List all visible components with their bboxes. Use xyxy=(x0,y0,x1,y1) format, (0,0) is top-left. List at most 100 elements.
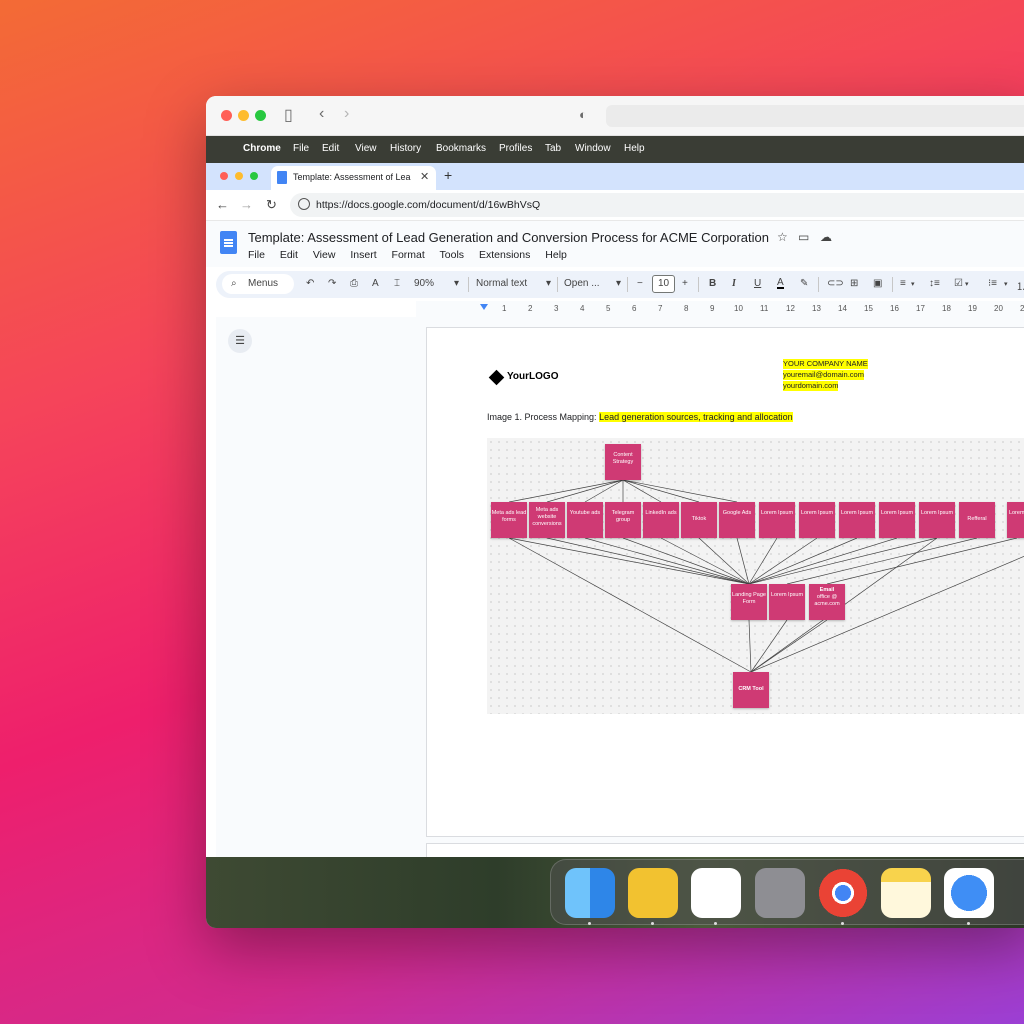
text-color-icon[interactable]: A xyxy=(777,278,784,289)
back-arrow-icon[interactable]: ← xyxy=(216,197,229,212)
document-canvas[interactable]: ☰ YourLOGO YOUR COMPANY NAME youremail@d… xyxy=(216,317,1024,863)
minimize-window-button[interactable] xyxy=(238,110,249,121)
undo-icon[interactable]: ↶ xyxy=(306,278,314,289)
menubar-item-window[interactable]: Window xyxy=(575,143,611,154)
docs-menu-help[interactable]: Help xyxy=(545,249,567,261)
sidebar-icon[interactable]: ▯ xyxy=(284,105,293,125)
style-chevron-down-icon[interactable]: ▾ xyxy=(546,278,551,289)
node-source[interactable]: Refferal xyxy=(959,502,995,538)
node-source[interactable]: Lorem Ipsum xyxy=(879,502,915,538)
docs-menu-tools[interactable]: Tools xyxy=(440,249,465,261)
document-page[interactable]: YourLOGO YOUR COMPANY NAME youremail@dom… xyxy=(426,327,1024,837)
launchpad-icon[interactable] xyxy=(755,868,805,918)
document-title[interactable]: Template: Assessment of Lead Generation … xyxy=(248,230,769,245)
checklist-icon[interactable]: ☑ xyxy=(954,278,963,289)
highlight-color-icon[interactable]: ✎ xyxy=(800,278,808,289)
node-source[interactable]: Meta ads lead forms xyxy=(491,502,527,538)
docs-logo-icon[interactable] xyxy=(220,231,237,254)
node-landing-page-form[interactable]: Landing Page Form xyxy=(731,584,767,620)
chrome-zoom-button[interactable] xyxy=(250,172,258,180)
close-icon[interactable]: ✕ xyxy=(420,170,429,183)
docs-menu-insert[interactable]: Insert xyxy=(350,249,376,261)
menubar-item-tab[interactable]: Tab xyxy=(545,143,561,154)
node-email[interactable]: Email office @ acme.com xyxy=(809,584,845,620)
font-select[interactable]: Open ... xyxy=(564,278,600,289)
forward-chevron-icon[interactable]: › xyxy=(344,105,349,123)
node-source[interactable]: Tiktok xyxy=(681,502,717,538)
document-outline-icon[interactable]: ☰ xyxy=(228,329,252,353)
node-source[interactable]: Lorem Ipsum xyxy=(1007,502,1024,538)
menubar-item-view[interactable]: View xyxy=(355,143,377,154)
forklift-icon[interactable] xyxy=(628,868,678,918)
node-source[interactable]: LinkedIn ads xyxy=(643,502,679,538)
node-source[interactable]: Lorem Ipsum xyxy=(839,502,875,538)
line-spacing-icon[interactable]: ↕≡ xyxy=(929,278,940,289)
menubar-item-profiles[interactable]: Profiles xyxy=(499,143,532,154)
finder-icon[interactable] xyxy=(565,868,615,918)
node-source[interactable]: Meta ads website conversions xyxy=(529,502,565,538)
node-source[interactable]: Telegram group xyxy=(605,502,641,538)
bullets-chevron-down-icon[interactable]: ▾ xyxy=(1004,280,1008,288)
zoom-select[interactable]: 90% xyxy=(414,278,434,289)
menubar-item-file[interactable]: File xyxy=(293,143,309,154)
chrome-close-button[interactable] xyxy=(220,172,228,180)
menubar-item-history[interactable]: History xyxy=(390,143,421,154)
font-size-input[interactable]: 10 xyxy=(652,275,675,293)
ruler[interactable]: 1 2 3 4 5 6 7 8 9 10 11 12 13 14 15 16 1… xyxy=(416,301,1024,317)
move-folder-icon[interactable]: ▭ xyxy=(798,230,809,244)
checklist-chevron-down-icon[interactable]: ▾ xyxy=(965,280,969,288)
docs-menu-edit[interactable]: Edit xyxy=(280,249,298,261)
insert-link-icon[interactable]: ⊂⊃ xyxy=(827,278,844,289)
style-select[interactable]: Normal text xyxy=(476,278,527,289)
indent-marker[interactable] xyxy=(480,304,488,310)
bulleted-list-icon[interactable]: ⁝≡ xyxy=(988,278,997,289)
node-root[interactable]: Content Strategy xyxy=(605,444,641,480)
back-chevron-icon[interactable]: ‹ xyxy=(319,105,324,123)
underline-icon[interactable]: U xyxy=(754,278,761,289)
star-icon[interactable]: ☆ xyxy=(777,230,788,244)
paint-format-icon[interactable]: ⌶ xyxy=(394,278,400,289)
safari-address-field[interactable] xyxy=(606,105,1024,127)
spellcheck-icon[interactable]: A xyxy=(372,278,379,289)
menubar-app-name[interactable]: Chrome xyxy=(243,143,281,154)
docs-menu-file[interactable]: File xyxy=(248,249,265,261)
address-bar[interactable]: https://docs.google.com/document/d/16wBh… xyxy=(290,193,1024,217)
zoom-chevron-down-icon[interactable]: ▾ xyxy=(454,278,459,289)
shield-icon[interactable]: ◐ xyxy=(579,107,587,122)
safari-icon[interactable] xyxy=(944,868,994,918)
align-left-icon[interactable]: ≡ xyxy=(900,278,906,289)
menubar-item-help[interactable]: Help xyxy=(624,143,645,154)
site-info-icon[interactable] xyxy=(298,198,310,210)
node-middle[interactable]: Lorem Ipsum xyxy=(769,584,805,620)
tab-docs[interactable]: Template: Assessment of Lead ✕ xyxy=(271,166,436,190)
menubar-item-bookmarks[interactable]: Bookmarks xyxy=(436,143,486,154)
node-source[interactable]: Lorem Ipsum xyxy=(919,502,955,538)
node-source[interactable]: Youtube ads xyxy=(567,502,603,538)
node-source[interactable]: Google Ads xyxy=(719,502,755,538)
increase-font-size-icon[interactable]: + xyxy=(682,278,688,289)
reload-icon[interactable]: ↻ xyxy=(266,197,277,213)
decrease-font-size-icon[interactable]: − xyxy=(637,278,643,289)
notes-icon[interactable] xyxy=(881,868,931,918)
slack-icon[interactable] xyxy=(691,868,741,918)
redo-icon[interactable]: ↷ xyxy=(328,278,336,289)
font-chevron-down-icon[interactable]: ▾ xyxy=(616,278,621,289)
cloud-status-icon[interactable]: ☁ xyxy=(820,230,832,244)
menubar-item-edit[interactable]: Edit xyxy=(322,143,339,154)
print-icon[interactable]: ⎙ xyxy=(350,278,358,289)
forward-arrow-icon[interactable]: → xyxy=(240,197,253,212)
docs-menu-view[interactable]: View xyxy=(313,249,336,261)
chrome-minimize-button[interactable] xyxy=(235,172,243,180)
docs-menu-extensions[interactable]: Extensions xyxy=(479,249,530,261)
align-chevron-down-icon[interactable]: ▾ xyxy=(911,280,915,288)
process-diagram[interactable]: Content Strategy Meta ads lead forms Met… xyxy=(487,438,1024,714)
node-crm-tool[interactable]: CRM Tool xyxy=(733,672,769,708)
close-window-button[interactable] xyxy=(221,110,232,121)
bold-icon[interactable]: B xyxy=(709,278,716,289)
add-comment-icon[interactable]: ⊞ xyxy=(850,278,858,289)
numbered-list-icon[interactable]: ⒈ xyxy=(1016,278,1024,293)
node-source[interactable]: Lorem Ipsum xyxy=(799,502,835,538)
italic-icon[interactable]: I xyxy=(732,278,736,289)
docs-menu-format[interactable]: Format xyxy=(392,249,425,261)
menus-search-input[interactable]: ⌕ Menus xyxy=(222,274,294,294)
